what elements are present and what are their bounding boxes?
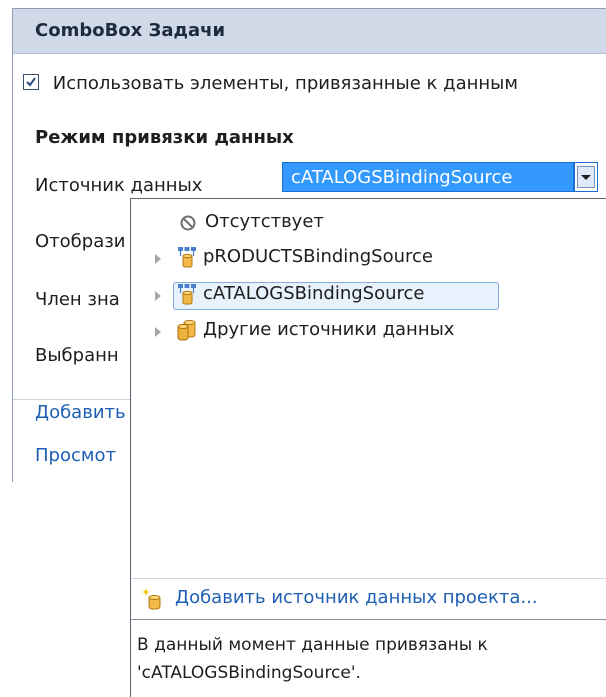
selected-value-label: Выбранн <box>35 345 119 366</box>
dropdown-button-face <box>577 166 595 188</box>
dropdown-status-divider <box>131 619 606 620</box>
binding-source-icon <box>178 284 196 305</box>
display-member-label: Отобрази <box>35 231 126 252</box>
binding-source-icon <box>178 247 196 268</box>
use-bound-items-label: Использовать элементы, привязанные к дан… <box>52 73 518 94</box>
tree-item-label: Другие источники данных <box>203 319 455 340</box>
use-bound-items-option[interactable]: Использовать элементы, привязанные к дан… <box>23 73 518 94</box>
tree-item-label: Отсутствует <box>205 211 324 232</box>
data-source-value: cATALOGSBindingSource <box>291 167 513 188</box>
data-source-combobox[interactable]: cATALOGSBindingSource <box>282 162 574 192</box>
binding-mode-title: Режим привязки данных <box>35 127 294 148</box>
add-database-icon <box>142 588 161 610</box>
add-query-link[interactable]: Добавить <box>35 402 126 423</box>
tree-item-label: pRODUCTSBindingSource <box>203 246 433 267</box>
chevron-down-icon <box>581 175 591 180</box>
expand-arrow-icon[interactable] <box>155 291 161 301</box>
panel-header: ComboBox Задачи <box>13 9 606 54</box>
checkmark-icon <box>26 77 36 87</box>
expand-arrow-icon[interactable] <box>155 254 161 264</box>
binding-status-source: 'cATALOGSBindingSource'. <box>137 663 361 683</box>
dropdown-divider <box>131 578 606 579</box>
preview-data-link[interactable]: Просмот <box>35 445 116 466</box>
value-member-label: Член зна <box>35 289 120 310</box>
panel-title: ComboBox Задачи <box>35 20 226 41</box>
none-icon <box>180 215 196 231</box>
use-bound-items-checkbox[interactable] <box>23 74 39 90</box>
tree-item-label: cATALOGSBindingSource <box>203 283 425 304</box>
data-source-dropdown: Отсутствует pRODUCTSBindingSource cATALO… <box>130 198 606 697</box>
add-project-data-source-label: Добавить источник данных проекта... <box>175 587 538 608</box>
database-icon <box>177 320 196 341</box>
data-source-dropdown-button[interactable] <box>574 162 598 192</box>
binding-status-text: В данный момент данные привязаны к 'cATA… <box>137 631 606 687</box>
data-source-label: Источник данных <box>35 175 203 196</box>
binding-status-line: В данный момент данные привязаны к <box>137 635 488 655</box>
expand-arrow-icon[interactable] <box>155 327 161 337</box>
